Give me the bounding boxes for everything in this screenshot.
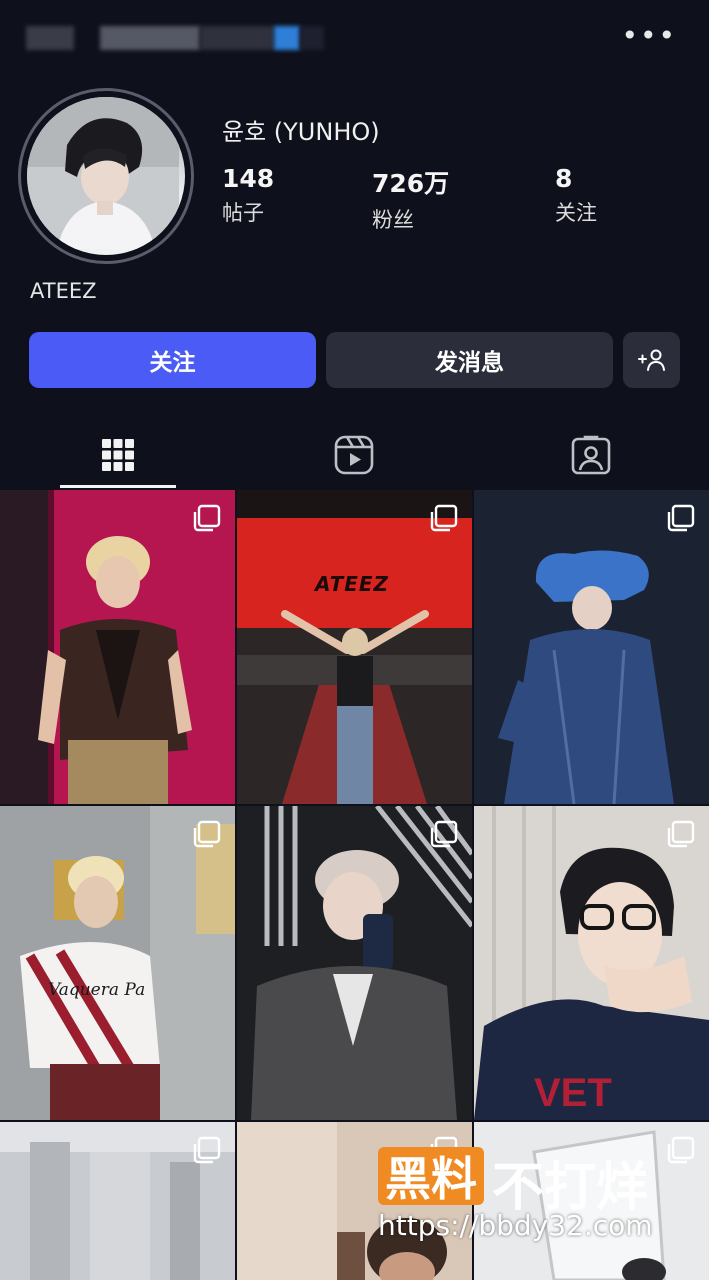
post-photo [237,490,472,804]
multiple-photos-icon [430,820,458,848]
blurred-username [274,26,300,50]
multiple-photos-icon [430,504,458,532]
stat-following[interactable]: 8 关注 [555,164,597,227]
multiple-photos-icon [667,820,695,848]
watermark-url: https://bbdy32.com [378,1209,653,1242]
grid-icon [102,439,134,471]
post-photo [0,806,235,1120]
avatar-image [27,97,185,255]
profile-bio: ATEEZ [30,279,97,303]
watermark-badge: 黑料 [378,1147,484,1206]
reels-icon [334,435,374,475]
stat-posts[interactable]: 148 帖子 [222,164,274,227]
active-tab-indicator [60,485,176,488]
follow-button[interactable]: 关注 [29,332,316,388]
stat-label: 关注 [555,201,597,225]
post-thumbnail[interactable]: VET [474,806,709,1120]
multiple-photos-icon [193,820,221,848]
stat-value: 8 [555,164,573,193]
post-thumbnail[interactable]: Vaquera Pa [0,806,235,1120]
message-button-label: 发消息 [435,350,504,376]
post-thumbnail[interactable] [474,490,709,804]
shirt-text: Vaquera Pa [48,980,146,1000]
blurred-username [100,26,200,50]
multiple-photos-icon [193,504,221,532]
post-photo [237,806,472,1120]
post-photo [474,490,709,804]
tab-grid[interactable] [0,420,236,490]
blurred-username [200,26,274,50]
svg-text:VET: VET [534,1071,612,1115]
suggest-people-button[interactable] [623,332,680,388]
profile-tabs [0,420,709,490]
stat-label: 帖子 [222,201,264,225]
profile-avatar[interactable] [18,88,194,264]
stat-value: 148 [222,164,275,193]
profile-display-name: 윤호 (YUNHO) [222,118,380,146]
multiple-photos-icon [193,1136,221,1164]
blurred-username [300,26,324,50]
tagged-person-icon [571,435,611,475]
person-add-icon [637,349,665,371]
blurred-username [26,26,74,50]
top-bar: ••• [0,0,709,80]
post-photo: VET [474,806,709,1120]
post-thumbnail[interactable] [237,806,472,1120]
tab-tagged[interactable] [473,420,709,490]
stat-followers[interactable]: 726万 粉丝 [372,164,449,234]
site-watermark: 黑料 不打烊 https://bbdy32.com [374,1145,704,1245]
avatar-photo [27,97,179,249]
tab-reels[interactable] [236,420,472,490]
multiple-photos-icon [667,504,695,532]
post-thumbnail[interactable]: ATEEZ [237,490,472,804]
message-button[interactable]: 发消息 [326,332,613,388]
more-options-button[interactable]: ••• [621,22,677,50]
stat-label: 粉丝 [372,208,414,232]
follow-button-label: 关注 [149,350,196,376]
post-thumbnail[interactable] [0,490,235,804]
post-photo [0,490,235,804]
post-thumbnail[interactable] [0,1122,235,1280]
stage-banner-text: ATEEZ [315,572,390,596]
stat-value: 726万 [372,169,450,198]
